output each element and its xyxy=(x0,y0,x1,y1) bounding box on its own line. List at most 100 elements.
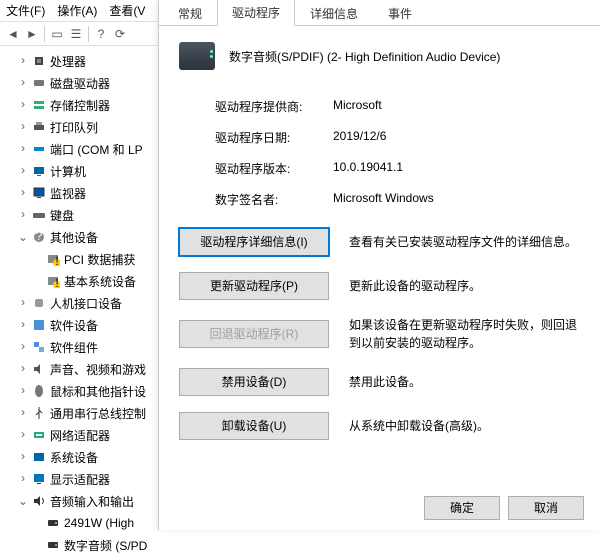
uninstall-device-button[interactable]: 卸载设备(U) xyxy=(179,412,329,440)
help-icon[interactable]: ? xyxy=(92,25,110,43)
tree-item[interactable]: 2491W (High xyxy=(2,512,158,534)
expand-icon[interactable]: › xyxy=(16,164,30,178)
provider-label: 驱动程序提供商: xyxy=(215,98,333,115)
tree-item-label: 网络适配器 xyxy=(50,427,110,444)
tree-item-label: 处理器 xyxy=(50,53,86,70)
tree-item-label: 基本系统设备 xyxy=(64,273,136,290)
expand-icon[interactable]: › xyxy=(16,208,30,222)
tree-item[interactable]: !基本系统设备 xyxy=(2,270,158,292)
toolbar-separator xyxy=(88,26,89,42)
properties-dialog: 常规 驱动程序 详细信息 事件 数字音频(S/PDIF) (2- High De… xyxy=(158,0,600,530)
uninstall-device-desc: 从系统中卸载设备(高级)。 xyxy=(349,417,580,435)
list-icon[interactable]: ☰ xyxy=(67,25,85,43)
version-label: 驱动程序版本: xyxy=(215,160,333,177)
hid-icon xyxy=(30,295,48,311)
tree-item-label: 软件设备 xyxy=(50,317,98,334)
driver-details-button[interactable]: 驱动程序详细信息(I) xyxy=(179,228,329,256)
tree-item[interactable]: 数字音频 (S/PD xyxy=(2,534,158,556)
expand-icon[interactable]: › xyxy=(16,340,30,354)
tree-item[interactable]: › 网络适配器 xyxy=(2,424,158,446)
tree-item-label: 监视器 xyxy=(50,185,86,202)
expand-icon[interactable]: › xyxy=(16,186,30,200)
back-icon[interactable]: ◄ xyxy=(4,25,22,43)
tree-item[interactable]: › 软件设备 xyxy=(2,314,158,336)
audioout-icon xyxy=(30,493,48,509)
dialog-button-row: 确定 取消 xyxy=(424,496,584,520)
tree-item-label: 存储控制器 xyxy=(50,97,110,114)
cancel-button[interactable]: 取消 xyxy=(508,496,584,520)
tree-item[interactable]: ⌄?其他设备 xyxy=(2,226,158,248)
tree-item-label: 通用串行总线控制 xyxy=(50,405,146,422)
menubar: 文件(F) 操作(A) 查看(V xyxy=(0,0,160,22)
tree-item[interactable]: ›鼠标和其他指针设 xyxy=(2,380,158,402)
menu-file[interactable]: 文件(F) xyxy=(6,2,45,19)
refresh-icon[interactable]: ⟳ xyxy=(111,25,129,43)
tree-item[interactable]: › 通用串行总线控制 xyxy=(2,402,158,424)
tree-item[interactable]: ›显示适配器 xyxy=(2,468,158,490)
display-icon xyxy=(30,471,48,487)
forward-icon[interactable]: ► xyxy=(23,25,41,43)
expand-icon[interactable]: › xyxy=(16,318,30,332)
date-label: 驱动程序日期: xyxy=(215,129,333,146)
net-icon xyxy=(30,427,48,443)
driver-actions: 驱动程序详细信息(I) 查看有关已安装驱动程序文件的详细信息。 更新驱动程序(P… xyxy=(179,228,580,440)
tree-item-label: PCI 数据捕获 xyxy=(64,251,135,268)
disk-icon xyxy=(30,75,48,91)
tree-item[interactable]: ›端口 (COM 和 LP xyxy=(2,138,158,160)
tree-item[interactable]: › 监视器 xyxy=(2,182,158,204)
expand-icon[interactable]: › xyxy=(16,142,30,156)
tree-item[interactable]: ›磁盘驱动器 xyxy=(2,72,158,94)
cpu-icon xyxy=(30,53,48,69)
monitor-icon xyxy=(30,185,48,201)
expand-icon[interactable]: › xyxy=(16,362,30,376)
expand-icon[interactable]: › xyxy=(16,296,30,310)
tab-strip: 常规 驱动程序 详细信息 事件 xyxy=(159,0,600,26)
tab-events[interactable]: 事件 xyxy=(373,0,427,26)
expand-icon[interactable]: › xyxy=(16,406,30,420)
expand-icon[interactable]: › xyxy=(16,472,30,486)
tab-details[interactable]: 详细信息 xyxy=(295,0,373,26)
tree-item[interactable]: ›系统设备 xyxy=(2,446,158,468)
tree-item-label: 2491W (High xyxy=(64,516,134,530)
expand-icon[interactable]: › xyxy=(16,98,30,112)
tab-general[interactable]: 常规 xyxy=(163,0,217,26)
ok-button[interactable]: 确定 xyxy=(424,496,500,520)
update-driver-button[interactable]: 更新驱动程序(P) xyxy=(179,272,329,300)
expand-icon[interactable]: › xyxy=(16,384,30,398)
expand-icon[interactable]: › xyxy=(16,76,30,90)
tree-item[interactable]: ›声音、视频和游戏 xyxy=(2,358,158,380)
tree-item-label: 打印队列 xyxy=(50,119,98,136)
driver-tab-body: 数字音频(S/PDIF) (2- High Definition Audio D… xyxy=(159,26,600,440)
toolbar: ◄ ► ▭ ☰ ? ⟳ xyxy=(0,22,160,46)
tab-driver[interactable]: 驱动程序 xyxy=(217,0,295,26)
speaker-icon xyxy=(44,515,62,531)
audio-icon xyxy=(30,361,48,377)
tree-item[interactable]: ›计算机 xyxy=(2,160,158,182)
expand-icon[interactable]: › xyxy=(16,54,30,68)
device-tree[interactable]: ›处理器›磁盘驱动器›存储控制器›打印队列›端口 (COM 和 LP›计算机›监… xyxy=(0,46,160,560)
usb-icon xyxy=(30,405,48,421)
expand-icon[interactable]: › xyxy=(16,120,30,134)
tree-item[interactable]: ›软件组件 xyxy=(2,336,158,358)
collapse-icon[interactable]: ⌄ xyxy=(16,230,30,245)
menu-view[interactable]: 查看(V xyxy=(109,2,145,19)
tree-item[interactable]: › 处理器 xyxy=(2,50,158,72)
collapse-icon[interactable]: ⌄ xyxy=(16,494,30,509)
signer-value: Microsoft Windows xyxy=(333,191,434,208)
tree-item[interactable]: !PCI 数据捕获 xyxy=(2,248,158,270)
expand-icon[interactable]: › xyxy=(16,428,30,442)
driver-details-desc: 查看有关已安装驱动程序文件的详细信息。 xyxy=(349,233,580,251)
show-hide-icon[interactable]: ▭ xyxy=(48,25,66,43)
tree-item[interactable]: ›键盘 xyxy=(2,204,158,226)
tree-item[interactable]: ⌄音频输入和输出 xyxy=(2,490,158,512)
tree-item[interactable]: › 人机接口设备 xyxy=(2,292,158,314)
tree-item[interactable]: › 存储控制器 xyxy=(2,94,158,116)
computer-icon xyxy=(30,163,48,179)
keyboard-icon xyxy=(30,207,48,223)
tree-item[interactable]: › 打印队列 xyxy=(2,116,158,138)
signer-label: 数字签名者: xyxy=(215,191,333,208)
tree-item-label: 人机接口设备 xyxy=(50,295,122,312)
menu-action[interactable]: 操作(A) xyxy=(57,2,97,19)
expand-icon[interactable]: › xyxy=(16,450,30,464)
disable-device-button[interactable]: 禁用设备(D) xyxy=(179,368,329,396)
